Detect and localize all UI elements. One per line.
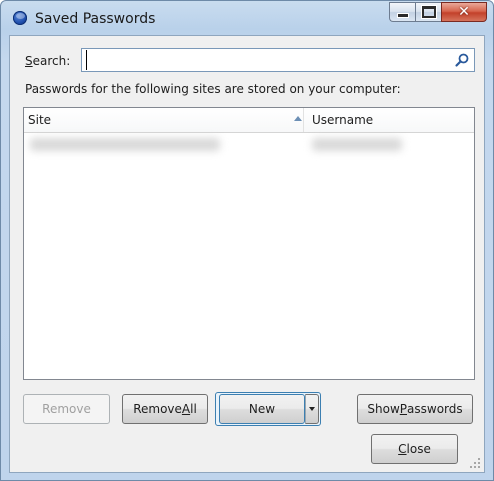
search-input[interactable] <box>86 50 449 70</box>
info-text: Passwords for the following sites are st… <box>25 82 401 96</box>
maximize-button[interactable] <box>415 2 441 22</box>
minimize-button[interactable] <box>389 2 415 22</box>
new-dropdown-button[interactable] <box>305 394 319 424</box>
show-passwords-button[interactable]: Show Passwords <box>357 394 473 424</box>
show-prefix: Show <box>367 402 400 416</box>
site-cell-redacted <box>30 138 220 151</box>
new-split-button: New <box>215 392 321 426</box>
minimize-icon <box>396 12 409 18</box>
column-divider[interactable] <box>303 108 304 132</box>
resize-grip-icon[interactable] <box>469 457 481 469</box>
remove-all-rest: ll <box>190 402 197 416</box>
table-row[interactable] <box>24 134 474 154</box>
dropdown-arrow-icon <box>309 407 315 411</box>
passwords-list[interactable]: Site Username <box>23 107 475 380</box>
search-label-accel: S <box>25 54 33 68</box>
list-header: Site Username <box>24 108 474 133</box>
close-button[interactable]: Close <box>371 434 458 464</box>
caption-buttons: ✕ <box>389 2 487 24</box>
window-title: Saved Passwords <box>35 11 156 27</box>
title-bar[interactable]: Saved Passwords ✕ <box>1 1 493 35</box>
close-rest: lose <box>406 442 431 456</box>
close-window-button[interactable]: ✕ <box>441 2 487 22</box>
dialog-content: Search: Passwords for the following site… <box>9 35 485 473</box>
search-label: Search: <box>25 54 70 68</box>
new-button[interactable]: New <box>219 394 305 424</box>
column-header-site[interactable]: Site <box>28 113 51 127</box>
remove-all-accel: A <box>181 402 191 416</box>
search-field[interactable] <box>81 48 475 72</box>
username-cell-redacted <box>312 138 402 151</box>
column-header-username[interactable]: Username <box>312 113 373 127</box>
search-icon[interactable] <box>454 52 470 68</box>
maximize-icon <box>421 6 436 18</box>
firefox-globe-icon <box>13 11 27 25</box>
saved-passwords-window: Saved Passwords ✕ Search: Passwords for … <box>0 0 494 481</box>
close-icon: ✕ <box>458 4 470 20</box>
remove-all-prefix: Remove <box>133 402 182 416</box>
show-rest: asswords <box>407 402 463 416</box>
search-label-rest: earch: <box>32 54 71 68</box>
sort-ascending-icon <box>294 116 302 121</box>
close-accel: C <box>398 442 407 456</box>
remove-all-button[interactable]: Remove All <box>122 394 208 424</box>
remove-button[interactable]: Remove <box>23 394 110 424</box>
show-accel: P <box>399 402 408 416</box>
